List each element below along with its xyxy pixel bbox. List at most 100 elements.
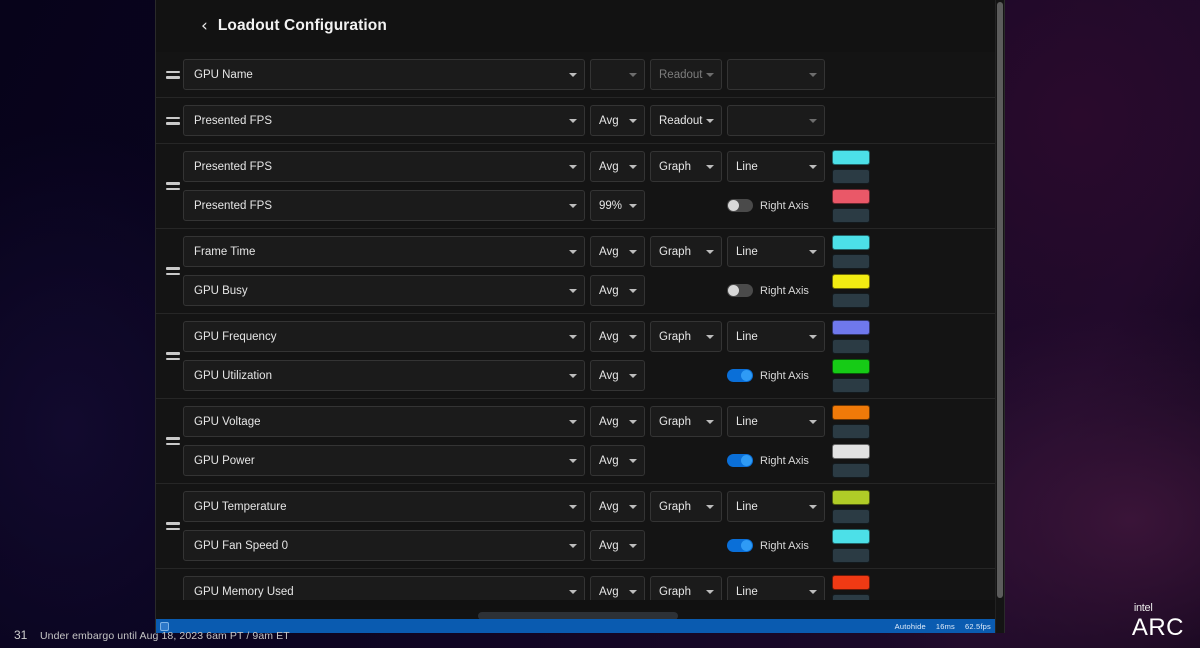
series-fill-swatch[interactable] [832, 339, 870, 354]
line-style-select[interactable]: Line [727, 491, 825, 522]
aggregation-select[interactable] [590, 59, 645, 90]
display-type-select[interactable]: Graph [650, 576, 722, 600]
group-rows: Frame TimeAvgGraphLine GPU Busy Avg Right A… [183, 232, 1004, 310]
series-color-swatch[interactable] [832, 150, 870, 165]
series-fill-swatch[interactable] [832, 463, 870, 478]
aggregation-select[interactable]: Avg [590, 321, 645, 352]
toggle-switch[interactable] [727, 369, 753, 382]
metric-select[interactable]: GPU Busy [183, 275, 585, 306]
right-axis-toggle[interactable]: Right Axis [727, 284, 825, 297]
display-type-select[interactable]: Readout [650, 105, 722, 136]
chevron-down-icon [569, 165, 577, 169]
series-color-swatch[interactable] [832, 359, 870, 374]
loadout-group: Frame TimeAvgGraphLine GPU Busy Avg Right A… [156, 229, 1004, 314]
metric-select-value: GPU Busy [194, 285, 248, 297]
aggregation-select[interactable]: Avg [590, 236, 645, 267]
aggregation-select[interactable]: Avg [590, 151, 645, 182]
chevron-down-icon [706, 73, 714, 77]
line-style-select[interactable] [727, 59, 825, 90]
line-style-select[interactable]: Line [727, 321, 825, 352]
series-fill-swatch[interactable] [832, 254, 870, 269]
series-fill-swatch[interactable] [832, 293, 870, 308]
display-type-select[interactable]: Graph [650, 151, 722, 182]
right-axis-toggle[interactable]: Right Axis [727, 369, 825, 382]
series-color-swatch[interactable] [832, 235, 870, 250]
chevron-down-icon [629, 119, 637, 123]
series-color-swatch[interactable] [832, 189, 870, 204]
metric-select[interactable]: GPU Memory Used [183, 576, 585, 600]
aggregation-select[interactable]: 99% [590, 190, 645, 221]
line-style-select[interactable]: Line [727, 576, 825, 600]
metric-select[interactable]: GPU Frequency [183, 321, 585, 352]
metric-select[interactable]: GPU Fan Speed 0 [183, 530, 585, 561]
drag-handle-icon[interactable] [156, 437, 183, 445]
drag-handle-icon[interactable] [156, 182, 183, 190]
series-fill-swatch[interactable] [832, 594, 870, 601]
series-fill-swatch[interactable] [832, 169, 870, 184]
right-axis-toggle[interactable]: Right Axis [727, 539, 825, 552]
series-color-swatch[interactable] [832, 274, 870, 289]
drag-handle-icon[interactable] [156, 71, 183, 79]
series-color-swatch[interactable] [832, 405, 870, 420]
toggle-switch[interactable] [727, 539, 753, 552]
aggregation-select[interactable]: Avg [590, 360, 645, 391]
display-type-select[interactable]: Graph [650, 406, 722, 437]
metric-select[interactable]: GPU Power [183, 445, 585, 476]
display-type-select[interactable]: Readout [650, 59, 722, 90]
metric-select[interactable]: Frame Time [183, 236, 585, 267]
drag-handle-icon[interactable] [156, 267, 183, 275]
chevron-down-icon [809, 505, 817, 509]
right-axis-toggle[interactable]: Right Axis [727, 199, 825, 212]
series-color-swatch[interactable] [832, 575, 870, 590]
drag-handle-icon[interactable] [156, 352, 183, 360]
drag-handle-icon[interactable] [156, 522, 183, 530]
series-color-swatch[interactable] [832, 320, 870, 335]
metric-select[interactable]: Presented FPS [183, 105, 585, 136]
metric-select[interactable]: GPU Voltage [183, 406, 585, 437]
metric-select[interactable]: Presented FPS [183, 190, 585, 221]
metric-select[interactable]: Presented FPS [183, 151, 585, 182]
right-axis-toggle[interactable]: Right Axis [727, 454, 825, 467]
series-color-swatch[interactable] [832, 444, 870, 459]
chevron-down-icon [809, 590, 817, 594]
display-type-select[interactable]: Graph [650, 491, 722, 522]
series-color-swatch[interactable] [832, 529, 870, 544]
loadout-rows-list[interactable]: GPU NameReadoutPresented FPSAvgReadoutPr… [156, 52, 1004, 600]
vertical-scrollbar-thumb[interactable] [997, 2, 1003, 598]
toggle-switch[interactable] [727, 199, 753, 212]
metric-select[interactable]: GPU Name [183, 59, 585, 90]
aggregation-select[interactable]: Avg [590, 406, 645, 437]
chevron-left-icon[interactable]: ‹ [201, 18, 208, 35]
aggregation-select[interactable]: Avg [590, 445, 645, 476]
display-type-select[interactable]: Graph [650, 236, 722, 267]
line-style-select[interactable]: Line [727, 236, 825, 267]
line-style-select[interactable] [727, 105, 825, 136]
color-swatches [832, 444, 874, 478]
drag-handle-icon[interactable] [156, 117, 183, 125]
right-axis-label: Right Axis [760, 455, 809, 467]
series-fill-swatch[interactable] [832, 424, 870, 439]
metric-select[interactable]: GPU Temperature [183, 491, 585, 522]
aggregation-select[interactable]: Avg [590, 576, 645, 600]
aggregation-select[interactable]: Avg [590, 105, 645, 136]
line-style-select[interactable]: Line [727, 406, 825, 437]
vertical-scrollbar[interactable] [995, 0, 1004, 633]
metric-select[interactable]: GPU Utilization [183, 360, 585, 391]
series-fill-swatch[interactable] [832, 548, 870, 563]
metric-select-value: Presented FPS [194, 161, 272, 173]
aggregation-select[interactable]: Avg [590, 530, 645, 561]
metric-select-value: GPU Voltage [194, 416, 260, 428]
status-autohide: Autohide [895, 622, 926, 631]
display-type-select[interactable]: Graph [650, 321, 722, 352]
aggregation-select[interactable]: Avg [590, 275, 645, 306]
metric-row: GPU UtilizationAvg Right Axis [183, 356, 1004, 395]
toggle-switch[interactable] [727, 454, 753, 467]
series-fill-swatch[interactable] [832, 378, 870, 393]
chevron-down-icon [629, 73, 637, 77]
aggregation-select[interactable]: Avg [590, 491, 645, 522]
line-style-select[interactable]: Line [727, 151, 825, 182]
series-fill-swatch[interactable] [832, 509, 870, 524]
series-fill-swatch[interactable] [832, 208, 870, 223]
toggle-switch[interactable] [727, 284, 753, 297]
series-color-swatch[interactable] [832, 490, 870, 505]
